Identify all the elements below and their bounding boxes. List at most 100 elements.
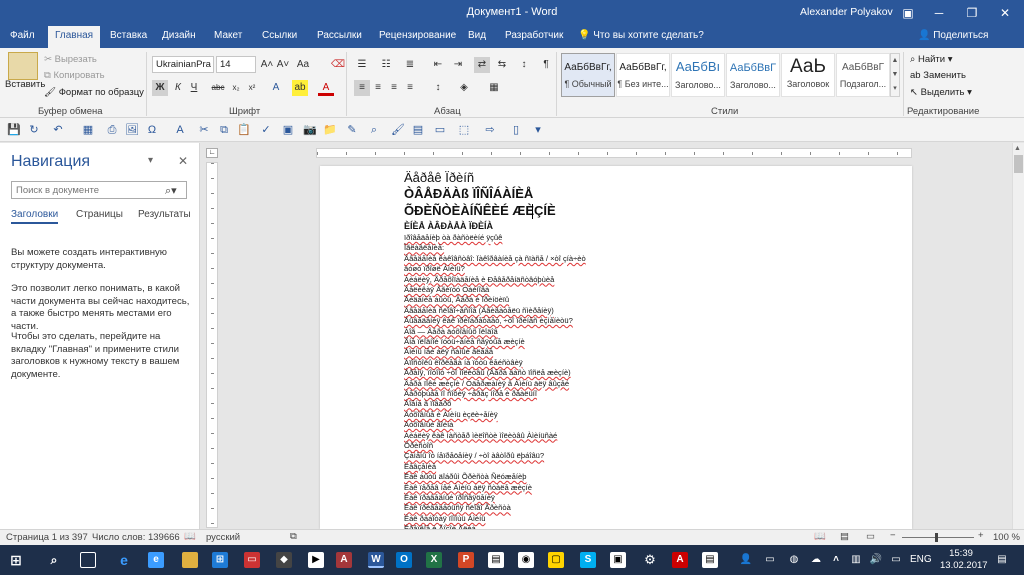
style-heading2[interactable]: АаБбВвГ Заголово... [726,53,780,97]
close-window-button[interactable]: ✕ [988,0,1022,26]
nav-tab-results[interactable]: Результаты [138,209,191,220]
scroll-up-icon[interactable]: ▲ [1014,145,1021,152]
app-dark-icon[interactable]: ◆ [276,552,292,568]
app-white-icon[interactable]: ▶ [308,552,324,568]
paste-qat-icon[interactable]: 📋 [236,122,252,138]
skype-icon[interactable]: S [580,552,596,568]
keyboard-language[interactable]: ENG [910,554,932,565]
horizontal-ruler[interactable] [316,148,912,158]
style-title[interactable]: АаЬ Заголовок [781,53,835,97]
paste-button[interactable]: Вставить [5,79,45,90]
notifications-icon[interactable]: ▤ [994,552,1010,568]
find-qat-icon[interactable]: ⌕ [366,122,382,138]
text-box-icon[interactable]: ▭ [432,122,448,138]
bold-icon[interactable]: Ж [152,80,168,96]
line-spacing-icon[interactable]: ↕ [430,80,446,96]
powerpoint-icon[interactable]: P [458,552,474,568]
tab-developer[interactable]: Разработчик [505,30,563,41]
decrease-indent-icon[interactable]: ⇤ [430,57,446,73]
find-button[interactable]: ⌕ Найти ▾ [910,54,953,65]
user-name[interactable]: Alexander Polyakov [800,6,893,18]
font-size-select[interactable]: 14 [216,56,256,73]
shrink-font-icon[interactable]: A˅ [275,57,291,73]
undo-icon[interactable]: ↶ [50,122,66,138]
clear-formatting-icon[interactable]: ⌫ [330,57,346,73]
clock[interactable]: 15:39 13.02.2017 [940,548,988,572]
share-button[interactable]: 👤 Поделиться [918,30,988,41]
shading-icon[interactable]: ◈ [456,80,472,96]
tray-app-icon[interactable]: ◍ [786,552,802,568]
style-normal[interactable]: АаБбВвГг, ¶ Обычный [561,53,615,97]
tab-references[interactable]: Ссылки [262,30,297,41]
select-button[interactable]: ↖ Выделить ▾ [910,87,972,98]
page-count[interactable]: Страница 1 из 397 [6,532,88,543]
font-color-icon[interactable]: A [318,80,334,96]
pilcrow-icon[interactable]: ¶ [538,57,554,73]
grow-font-icon[interactable]: A˄ [259,57,275,73]
rtl-direction-icon[interactable]: ⇆ [494,57,510,73]
search-icon[interactable]: ⌕▾ [165,184,177,198]
text-effects-icon[interactable]: A [268,80,284,96]
zoom-out-icon[interactable]: − [890,530,896,541]
restore-button[interactable]: ❐ [955,0,989,26]
zoom-thumb[interactable] [935,533,938,542]
sort-icon[interactable]: ↕ [516,57,532,73]
windows-start-icon[interactable]: ⊞ [8,552,24,568]
close-pane-icon[interactable]: ✕ [178,154,188,168]
onedrive-app-icon[interactable]: ▣ [610,552,626,568]
outlook-icon[interactable]: O [396,552,412,568]
document-page[interactable]: Äåðåê Ïðèíñ ÒÂÅÐÄÀß ÏÎÑÎÁÀÍÈÅ ÕÐÈÑÒÈÀÍÑÊ… [320,166,912,533]
vertical-scrollbar[interactable]: ▲ [1012,143,1024,529]
tab-home[interactable]: Главная [48,26,101,48]
highlight-icon[interactable]: ab [292,80,308,96]
tab-design[interactable]: Дизайн [162,30,196,41]
tab-review[interactable]: Рецензирование [379,30,456,41]
save-icon[interactable]: 💾 [6,122,22,138]
notepad-icon[interactable]: ▤ [488,552,504,568]
brush-qat-icon[interactable]: 🖌 [390,122,406,138]
subscript-icon[interactable]: x₂ [228,80,244,96]
format-painter-button[interactable]: 🖌 Формат по образцу [44,87,144,98]
zoom-slider[interactable] [902,537,974,538]
tab-file[interactable]: Файл [10,30,35,41]
zoom-level[interactable]: 100 % [993,532,1020,543]
page-icon[interactable]: ▯ [508,122,524,138]
access-icon[interactable]: A [336,552,352,568]
web-layout-icon[interactable]: ▭ [866,531,875,542]
font-color-qat-icon[interactable]: A [172,122,188,138]
language-status[interactable]: русский [206,532,240,543]
taskbar-search-icon[interactable]: ⌕ [46,552,62,568]
customize-qat-icon[interactable]: ▾ [530,122,546,138]
zoom-in-icon[interactable]: + [978,530,984,541]
edge-icon[interactable]: e [116,552,132,568]
align-right-icon[interactable]: ≡ [386,80,402,96]
store-icon[interactable]: ⊞ [212,552,228,568]
arrow-shape-icon[interactable]: ⇨ [482,122,498,138]
style-heading1[interactable]: АаБбВı Заголово... [671,53,725,97]
vertical-ruler[interactable] [206,162,218,528]
font-name-select[interactable]: UkrainianPra [152,56,214,73]
bullets-icon[interactable]: ☰ [354,57,370,73]
paste-icon[interactable] [8,52,38,80]
network-icon[interactable]: ▥ [848,552,864,568]
copy-button[interactable]: ⧉ Копировать [44,70,105,81]
replace-button[interactable]: ab Заменить [910,70,966,81]
camera-icon[interactable]: 📷 [302,122,318,138]
superscript-icon[interactable]: x² [244,80,260,96]
proofing-icon[interactable]: 📖 [184,531,196,542]
spelling-icon[interactable]: ✓ [258,122,274,138]
cut-qat-icon[interactable]: ✂ [196,122,212,138]
scroll-thumb[interactable] [1014,155,1023,173]
justify-icon[interactable]: ≡ [402,80,418,96]
people-icon[interactable]: 👤 [738,552,754,568]
align-left-icon[interactable]: ≡ [354,80,370,96]
volume-icon[interactable]: 🔊 [868,552,884,568]
word-count[interactable]: Число слов: 139666 [92,532,180,543]
text-direction-icon[interactable]: ⇄ [474,57,490,73]
tab-insert[interactable]: Вставка [110,30,147,41]
strikethrough-icon[interactable]: abc [210,80,226,96]
change-case-icon[interactable]: Aa [295,57,311,73]
minimize-button[interactable]: ─ [922,0,956,26]
app-red-icon[interactable]: ▭ [244,552,260,568]
nav-tab-headings[interactable]: Заголовки [11,209,59,224]
